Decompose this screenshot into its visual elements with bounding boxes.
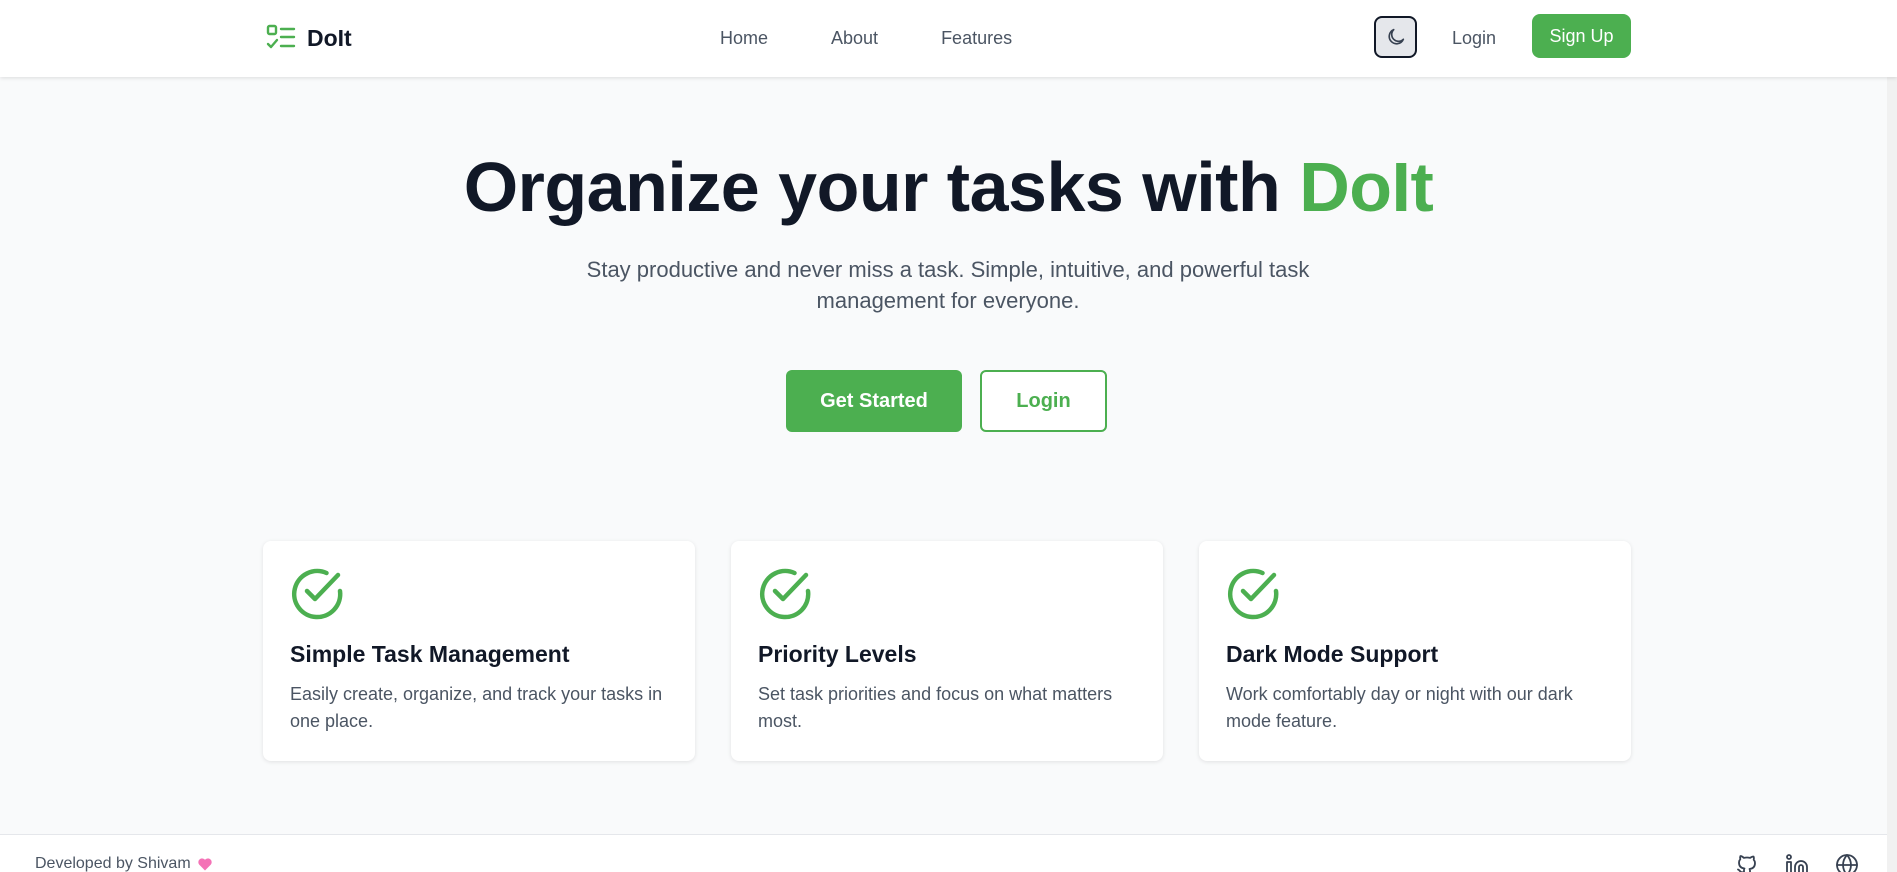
brand-name: DoIt <box>307 24 352 51</box>
header-signup-button[interactable]: Sign Up <box>1532 14 1631 58</box>
feature-description: Work comfortably day or night with our d… <box>1226 684 1573 731</box>
linkedin-link[interactable] <box>1785 853 1809 872</box>
feature-card-priority-levels: Priority Levels Set task priorities and … <box>731 541 1163 761</box>
globe-icon <box>1836 854 1858 872</box>
nav-home-link[interactable]: Home <box>720 28 768 49</box>
hero-title-accent: DoIt <box>1299 148 1434 226</box>
feature-description: Set task priorities and focus on what ma… <box>758 684 1113 731</box>
scrollbar-track[interactable] <box>1887 0 1897 872</box>
hero-title: Organize your tasks with DoIt <box>0 145 1897 229</box>
check-circle-icon <box>759 568 811 620</box>
theme-toggle-button[interactable] <box>1374 16 1417 58</box>
feature-description: Easily create, organize, and track your … <box>290 684 663 731</box>
footer: Developed by Shivam <box>0 834 1897 872</box>
check-circle-icon <box>1227 568 1279 620</box>
hero-title-main: Organize your tasks with <box>463 148 1300 226</box>
hero-login-button[interactable]: Login <box>980 370 1107 432</box>
navbar: DoIt Home About Features Login Sign Up <box>0 0 1897 77</box>
feature-card-dark-mode: Dark Mode Support Work comfortably day o… <box>1199 541 1631 761</box>
linkedin-icon <box>1786 854 1808 872</box>
feature-title: Priority Levels <box>758 641 917 667</box>
header-login-link[interactable]: Login <box>1452 24 1496 52</box>
feature-title: Simple Task Management <box>290 641 570 667</box>
github-icon <box>1737 855 1756 872</box>
nav-features-link[interactable]: Features <box>941 28 1012 49</box>
heart-icon <box>197 858 212 871</box>
moon-icon <box>1387 28 1404 45</box>
feature-title: Dark Mode Support <box>1226 641 1439 667</box>
nav-about-link[interactable]: About <box>831 28 878 49</box>
main-nav: Home About Features <box>720 24 1012 52</box>
social-links <box>1735 853 1859 872</box>
footer-credit: Developed by Shivam <box>35 855 213 872</box>
check-circle-icon <box>291 568 343 620</box>
footer-credit-text: Developed by Shivam <box>35 855 191 872</box>
hero-subtitle: Stay productive and never miss a task. S… <box>586 257 1310 313</box>
brand-logo[interactable]: DoIt <box>265 22 352 54</box>
github-link[interactable] <box>1735 853 1759 872</box>
task-list-icon <box>266 24 296 49</box>
feature-card-task-management: Simple Task Management Easily create, or… <box>263 541 695 761</box>
website-link[interactable] <box>1835 853 1859 872</box>
get-started-button[interactable]: Get Started <box>786 370 962 432</box>
